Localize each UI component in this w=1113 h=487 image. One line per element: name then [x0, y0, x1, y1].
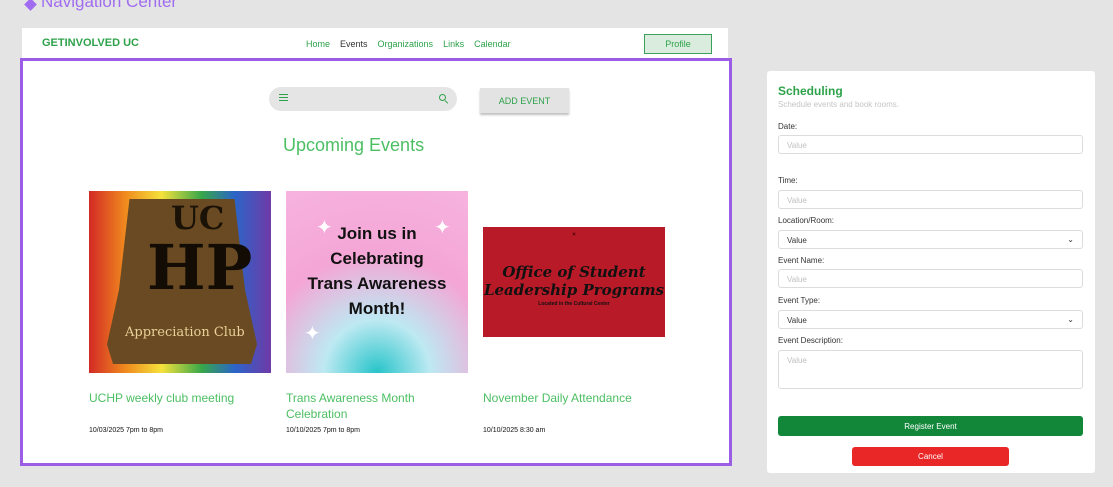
panel-title: Scheduling	[778, 84, 843, 98]
event-title[interactable]: Trans Awareness Month Celebration	[286, 390, 468, 422]
event-card[interactable]: ✦ ✦ ✦ Join us in Celebrating Trans Aware…	[286, 191, 468, 434]
search-bar[interactable]	[269, 87, 457, 111]
description-textarea[interactable]: Value	[778, 350, 1083, 389]
image-text: Located in the Cultural Center	[538, 301, 610, 307]
event-name-field[interactable]: Value	[778, 269, 1083, 288]
chevron-down-icon: ⌄	[1067, 315, 1074, 324]
event-image[interactable]: ▣ Office of Student Leadership Programs …	[483, 191, 665, 373]
time-label: Time:	[778, 176, 798, 185]
app-window: GETINVOLVED UC Home Events Organizations…	[20, 28, 732, 466]
search-icon[interactable]	[439, 94, 446, 101]
panel-subtitle: Schedule events and book rooms.	[778, 100, 899, 109]
frame-title-label: Navigation Center	[41, 0, 178, 11]
nav-link-events[interactable]: Events	[340, 39, 368, 49]
event-date: 10/10/2025 7pm to 8pm	[286, 427, 360, 434]
hamburger-icon[interactable]	[279, 94, 288, 101]
event-image[interactable]: UC HP Appreciation Club	[89, 191, 271, 373]
office-banner: ▣ Office of Student Leadership Programs …	[483, 227, 665, 337]
date-label: Date:	[778, 122, 798, 131]
scheduling-panel: Scheduling Schedule events and book room…	[767, 71, 1095, 473]
description-label: Event Description:	[778, 336, 843, 345]
image-text: Appreciation Club	[125, 325, 245, 340]
section-title: Upcoming Events	[283, 135, 425, 155]
nav-link-calendar[interactable]: Calendar	[474, 39, 511, 49]
event-image[interactable]: ✦ ✦ ✦ Join us in Celebrating Trans Aware…	[286, 191, 468, 373]
brand-logo[interactable]: GETINVOLVED UC	[42, 37, 139, 49]
event-title[interactable]: November Daily Attendance	[483, 390, 665, 406]
event-type-select[interactable]: Value ⌄	[778, 310, 1083, 329]
event-card[interactable]: UC HP Appreciation Club UCHP weekly club…	[89, 191, 271, 434]
image-text: HP	[147, 231, 253, 304]
profile-button[interactable]: Profile	[644, 34, 712, 54]
top-navbar: GETINVOLVED UC Home Events Organizations…	[22, 28, 728, 58]
image-text: Join us in Celebrating Trans Awareness M…	[307, 224, 447, 318]
event-type-select-value: Value	[787, 316, 807, 325]
nav-link-links[interactable]: Links	[443, 39, 464, 49]
location-select-value: Value	[787, 236, 807, 245]
cancel-button[interactable]: Cancel	[852, 447, 1009, 466]
university-logo-icon: ▣	[572, 231, 576, 236]
event-card[interactable]: ▣ Office of Student Leadership Programs …	[483, 191, 665, 434]
time-field[interactable]: Value	[778, 190, 1083, 209]
add-event-button[interactable]: ADD EVENT	[480, 88, 569, 113]
nav-link-organizations[interactable]: Organizations	[378, 39, 434, 49]
location-label: Location/Room:	[778, 216, 835, 225]
image-text: Leadership Programs	[483, 281, 665, 299]
register-event-button[interactable]: Register Event	[778, 416, 1083, 436]
date-field[interactable]: Value	[778, 135, 1083, 154]
event-name-label: Event Name:	[778, 256, 825, 265]
image-text: Office of Student	[502, 263, 646, 281]
nav-links: Home Events Organizations Links Calendar	[306, 39, 511, 49]
event-date: 10/03/2025 7pm to 8pm	[89, 427, 163, 434]
frame-title: Navigation Center	[24, 0, 178, 12]
nav-link-home[interactable]: Home	[306, 39, 330, 49]
sparkle-icon: ✦	[304, 323, 321, 345]
event-title[interactable]: UCHP weekly club meeting	[89, 390, 271, 406]
chevron-down-icon: ⌄	[1067, 235, 1074, 244]
event-date: 10/10/2025 8:30 am	[483, 427, 546, 434]
pin-icon	[24, 0, 37, 11]
event-type-label: Event Type:	[778, 296, 821, 305]
events-content: ADD EVENT Upcoming Events UC HP Apprecia…	[20, 58, 732, 466]
location-select[interactable]: Value ⌄	[778, 230, 1083, 249]
